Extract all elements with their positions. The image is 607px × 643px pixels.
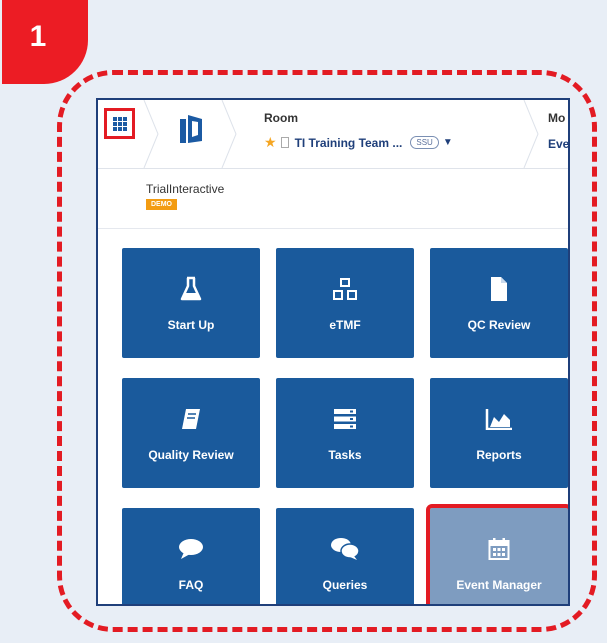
star-icon[interactable]: ★ (264, 134, 277, 151)
tile-etmf[interactable]: eTMF (276, 248, 414, 358)
trialinteractive-logo-icon (180, 115, 202, 143)
tile-tasks[interactable]: Tasks (276, 378, 414, 488)
demo-badge: DEMO (146, 199, 177, 210)
tile-label: eTMF (329, 318, 361, 332)
apps-menu-button[interactable] (104, 108, 135, 139)
module-value[interactable]: Eve (548, 137, 568, 151)
lock-icon (280, 137, 289, 148)
grid-icon (112, 116, 127, 131)
module-label: Mo (548, 111, 566, 125)
top-bar: Room ★ TI Training Team ... SSU ▼ Mo Eve (98, 100, 568, 169)
tile-faq[interactable]: FAQ (122, 508, 260, 604)
tile-label: FAQ (178, 578, 204, 592)
document-icon (491, 277, 507, 301)
divider (98, 228, 568, 229)
speech-bubble-icon (179, 539, 203, 559)
calendar-icon (488, 538, 510, 560)
tile-event-manager[interactable]: Event Manager (426, 504, 568, 604)
tile-label: Reports (476, 448, 522, 462)
tile-reports[interactable]: Reports (430, 378, 568, 488)
tile-label: Tasks (328, 448, 362, 462)
room-selector[interactable]: ★ TI Training Team ... SSU ▼ (264, 134, 453, 151)
server-icon (334, 409, 356, 429)
separator-chevron (221, 100, 237, 168)
room-name: TI Training Team ... (294, 135, 403, 150)
separator-chevron (523, 100, 539, 168)
app-screen: Room ★ TI Training Team ... SSU ▼ Mo Eve… (96, 98, 570, 606)
chat-bubbles-icon (331, 538, 360, 560)
tile-label: Queries (322, 578, 368, 592)
tile-quality-review[interactable]: Quality Review (122, 378, 260, 488)
room-badge: SSU (410, 136, 439, 149)
room-label: Room (264, 111, 298, 125)
tile-qc-review[interactable]: QC Review (430, 248, 568, 358)
cubes-icon (333, 278, 357, 300)
brand-name: TrialInteractive (146, 182, 225, 196)
tile-label: Event Manager (456, 578, 542, 592)
separator-chevron (143, 100, 159, 168)
tile-queries[interactable]: Queries (276, 508, 414, 604)
flask-icon (180, 276, 202, 301)
step-number-badge: 1 (2, 0, 88, 84)
chevron-down-icon[interactable]: ▼ (443, 137, 453, 148)
tile-start-up[interactable]: Start Up (122, 248, 260, 358)
area-chart-icon (485, 409, 512, 430)
tile-label: Quality Review (148, 448, 234, 462)
book-icon (182, 409, 200, 429)
tile-label: QC Review (467, 318, 531, 332)
tile-label: Start Up (167, 318, 215, 332)
